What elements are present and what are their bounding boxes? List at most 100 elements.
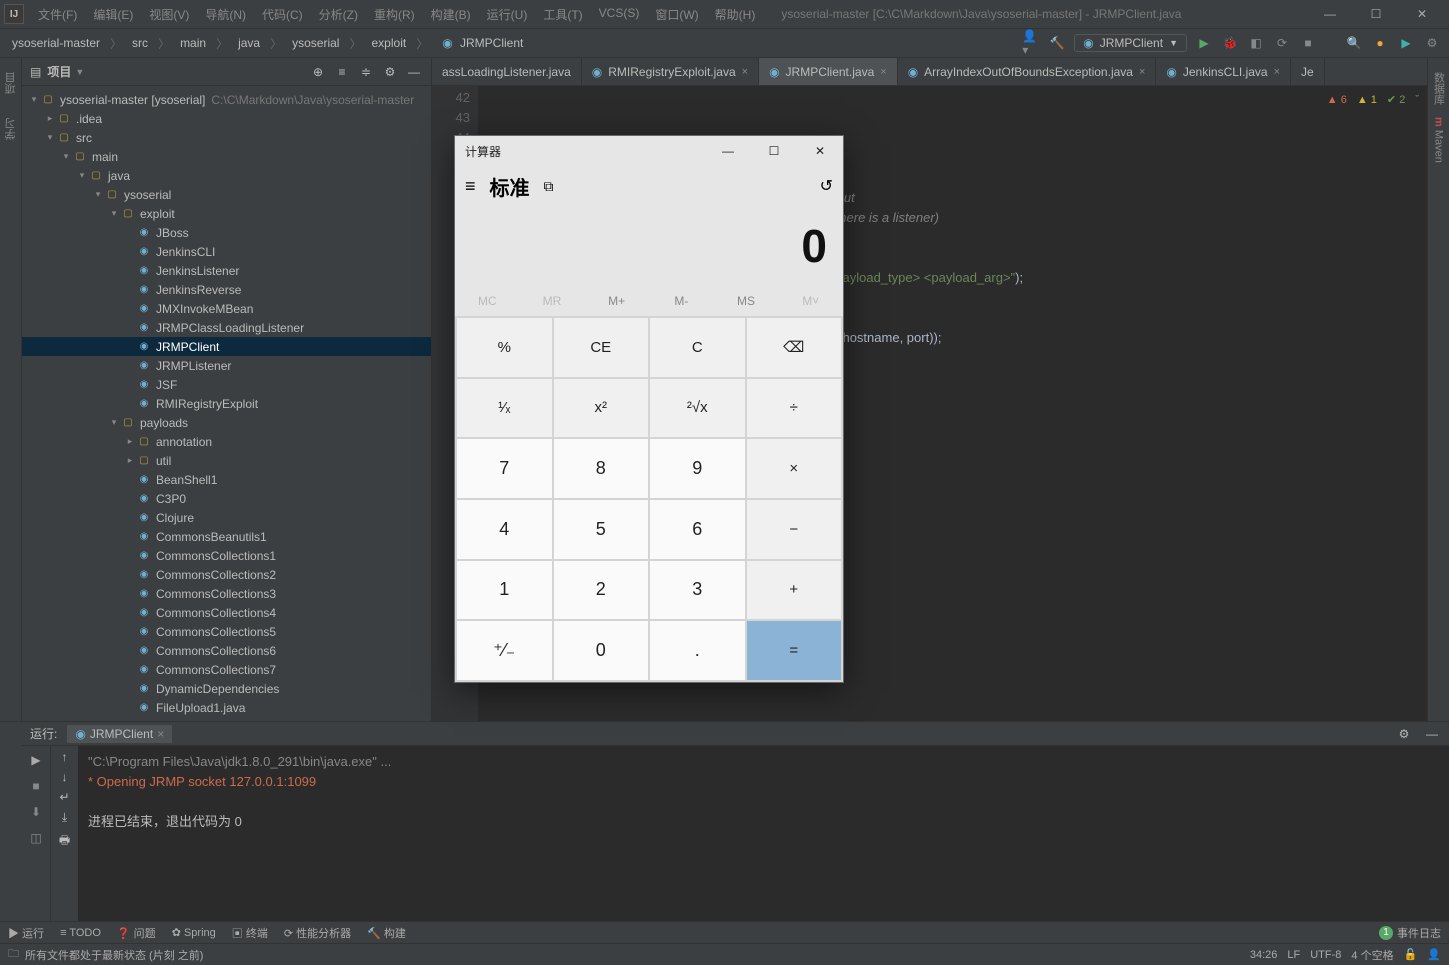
menu-item[interactable]: 视图(V) xyxy=(143,4,195,25)
tree-arrow-icon[interactable]: ▾ xyxy=(28,94,40,105)
stop-button[interactable]: ■ xyxy=(1299,34,1317,52)
calc-key[interactable]: 5 xyxy=(554,500,649,559)
tree-arrow-icon[interactable]: ▾ xyxy=(108,417,120,428)
calc-ontop-icon[interactable]: ⧉ xyxy=(544,178,554,195)
run-config-selector[interactable]: ◉ JRMPClient ▼ xyxy=(1074,34,1187,52)
bottom-tool-tab[interactable]: ▶ 运行 xyxy=(8,925,44,941)
bottom-tool-tab[interactable]: ✿ Spring xyxy=(172,926,216,939)
tree-row[interactable]: ▾▢main xyxy=(22,147,431,166)
settings-icon[interactable]: ⚙ xyxy=(1423,34,1441,52)
menu-item[interactable]: VCS(S) xyxy=(593,4,646,25)
tree-row[interactable]: ◉CommonsCollections4 xyxy=(22,603,431,622)
tool-tab-learn[interactable]: 学习 xyxy=(1,112,21,146)
tree-row[interactable]: ◉JenkinsListener xyxy=(22,261,431,280)
close-icon[interactable]: × xyxy=(1274,66,1280,78)
tree-row[interactable]: ▾▢exploit xyxy=(22,204,431,223)
tree-row[interactable]: ◉CommonsBeanutils1 xyxy=(22,527,431,546)
warning-indicator[interactable]: ▲ 1 xyxy=(1357,90,1377,110)
breadcrumb-item[interactable]: main xyxy=(176,36,210,50)
breadcrumb-item[interactable]: ysoserial xyxy=(288,36,343,50)
stop-button[interactable]: ■ xyxy=(26,776,46,796)
tree-row[interactable]: ◉Clojure xyxy=(22,508,431,527)
file-encoding[interactable]: UTF-8 xyxy=(1310,949,1341,961)
menu-item[interactable]: 文件(F) xyxy=(32,4,83,25)
editor-tab[interactable]: ◉RMIRegistryExploit.java× xyxy=(582,58,759,85)
coverage-button[interactable]: ◧ xyxy=(1247,34,1265,52)
tree-arrow-icon[interactable]: ▸ xyxy=(124,455,136,466)
menu-item[interactable]: 工具(T) xyxy=(537,4,588,25)
select-opened-file-icon[interactable]: ⊕ xyxy=(309,63,327,81)
calc-key[interactable]: ⌫ xyxy=(747,318,842,377)
menu-item[interactable]: 编辑(E) xyxy=(87,4,139,25)
breadcrumb-item[interactable]: java xyxy=(234,36,264,50)
tree-row[interactable]: ◉CommonsCollections2 xyxy=(22,565,431,584)
inspection-indicators[interactable]: ▲ 6 ▲ 1 ✔ 2 ˇ xyxy=(1327,90,1419,110)
calc-history-icon[interactable]: ↺ xyxy=(820,176,833,196)
calc-key[interactable]: C xyxy=(650,318,745,377)
calc-key[interactable]: ÷ xyxy=(747,379,842,438)
breadcrumb-item[interactable]: src xyxy=(128,36,152,50)
calc-key[interactable]: 3 xyxy=(650,561,745,620)
line-separator[interactable]: LF xyxy=(1287,949,1300,961)
calc-key[interactable]: = xyxy=(747,621,842,680)
build-icon[interactable]: 🔨 xyxy=(1048,34,1066,52)
menu-item[interactable]: 窗口(W) xyxy=(649,4,704,25)
menu-item[interactable]: 代码(C) xyxy=(256,4,309,25)
vcs-status-icon[interactable]: 🗀 xyxy=(8,945,19,964)
calc-key[interactable]: ²√x xyxy=(650,379,745,438)
calc-key[interactable]: x² xyxy=(554,379,649,438)
calc-key[interactable]: 2 xyxy=(554,561,649,620)
tree-row[interactable]: ◉CommonsCollections5 xyxy=(22,622,431,641)
bottom-tool-tab[interactable]: ▣ 终端 xyxy=(232,925,268,941)
run-hide-icon[interactable]: — xyxy=(1423,725,1441,743)
bottom-tool-tab[interactable]: 🔨 构建 xyxy=(367,925,406,941)
tree-row[interactable]: ▾▢payloads xyxy=(22,413,431,432)
event-log-tab[interactable]: 1 事件日志 xyxy=(1379,925,1441,941)
tree-row[interactable]: ◉FileUpload1.java xyxy=(22,698,431,717)
run-settings-icon[interactable]: ⚙ xyxy=(1395,725,1413,743)
project-tree[interactable]: ▾▢ysoserial-master [ysoserial]C:\C\Markd… xyxy=(22,86,431,721)
inspection-profile-icon[interactable]: 👤 xyxy=(1427,948,1441,961)
tree-row[interactable]: ▸▢annotation xyxy=(22,432,431,451)
project-panel-title[interactable]: 项目 ▼ xyxy=(47,63,303,80)
tree-row[interactable]: ◉CommonsCollections1 xyxy=(22,546,431,565)
calc-key[interactable]: ⁺⁄₋ xyxy=(457,621,552,680)
hide-panel-icon[interactable]: — xyxy=(405,63,423,81)
tree-row[interactable]: ▾▢ysoserial xyxy=(22,185,431,204)
calc-close-button[interactable]: ✕ xyxy=(797,136,843,166)
run-button[interactable]: ▶ xyxy=(1195,34,1213,52)
console-output[interactable]: "C:\Program Files\Java\jdk1.8.0_291\bin\… xyxy=(78,746,1449,921)
tree-row[interactable]: ◉CommonsCollections7 xyxy=(22,660,431,679)
search-everywhere-icon[interactable]: 🔍 xyxy=(1345,34,1363,52)
breadcrumb-item[interactable]: exploit xyxy=(368,36,411,50)
menu-item[interactable]: 分析(Z) xyxy=(313,4,364,25)
tree-row[interactable]: ◉JBoss xyxy=(22,223,431,242)
weak-warning-indicator[interactable]: ✔ 2 xyxy=(1387,90,1405,110)
close-button[interactable]: ✕ xyxy=(1399,0,1445,28)
caret-position[interactable]: 34:26 xyxy=(1250,949,1278,961)
inspection-chevron-icon[interactable]: ˇ xyxy=(1415,90,1419,110)
minimize-button[interactable]: — xyxy=(1307,0,1353,28)
tree-row[interactable]: ▾▢java xyxy=(22,166,431,185)
calc-mem-m-[interactable]: M- xyxy=(649,286,714,316)
tree-row[interactable]: ◉JenkinsReverse xyxy=(22,280,431,299)
calc-mem-m+[interactable]: M+ xyxy=(584,286,649,316)
menu-item[interactable]: 构建(B) xyxy=(425,4,477,25)
tool-tab-database[interactable]: 数据库 xyxy=(1429,66,1449,111)
calc-key[interactable]: − xyxy=(747,500,842,559)
up-button[interactable]: ↑ xyxy=(62,750,68,764)
bottom-tool-tab[interactable]: ⟳ 性能分析器 xyxy=(284,925,351,941)
tree-row[interactable]: ◉JRMPClient xyxy=(22,337,431,356)
tree-arrow-icon[interactable]: ▾ xyxy=(44,132,56,143)
tree-row[interactable]: ▾▢ysoserial-master [ysoserial]C:\C\Markd… xyxy=(22,90,431,109)
calc-key[interactable]: 8 xyxy=(554,439,649,498)
close-icon[interactable]: × xyxy=(742,66,748,78)
tree-row[interactable]: ▾▢src xyxy=(22,128,431,147)
maximize-button[interactable]: ☐ xyxy=(1353,0,1399,28)
calc-key[interactable]: 4 xyxy=(457,500,552,559)
expand-all-icon[interactable]: ≡ xyxy=(333,63,351,81)
tool-tab-maven[interactable]: m Maven xyxy=(1431,111,1447,169)
tree-row[interactable]: ◉CommonsCollections3 xyxy=(22,584,431,603)
calc-key[interactable]: 7 xyxy=(457,439,552,498)
bottom-tool-tab[interactable]: ❓ 问题 xyxy=(117,925,156,941)
